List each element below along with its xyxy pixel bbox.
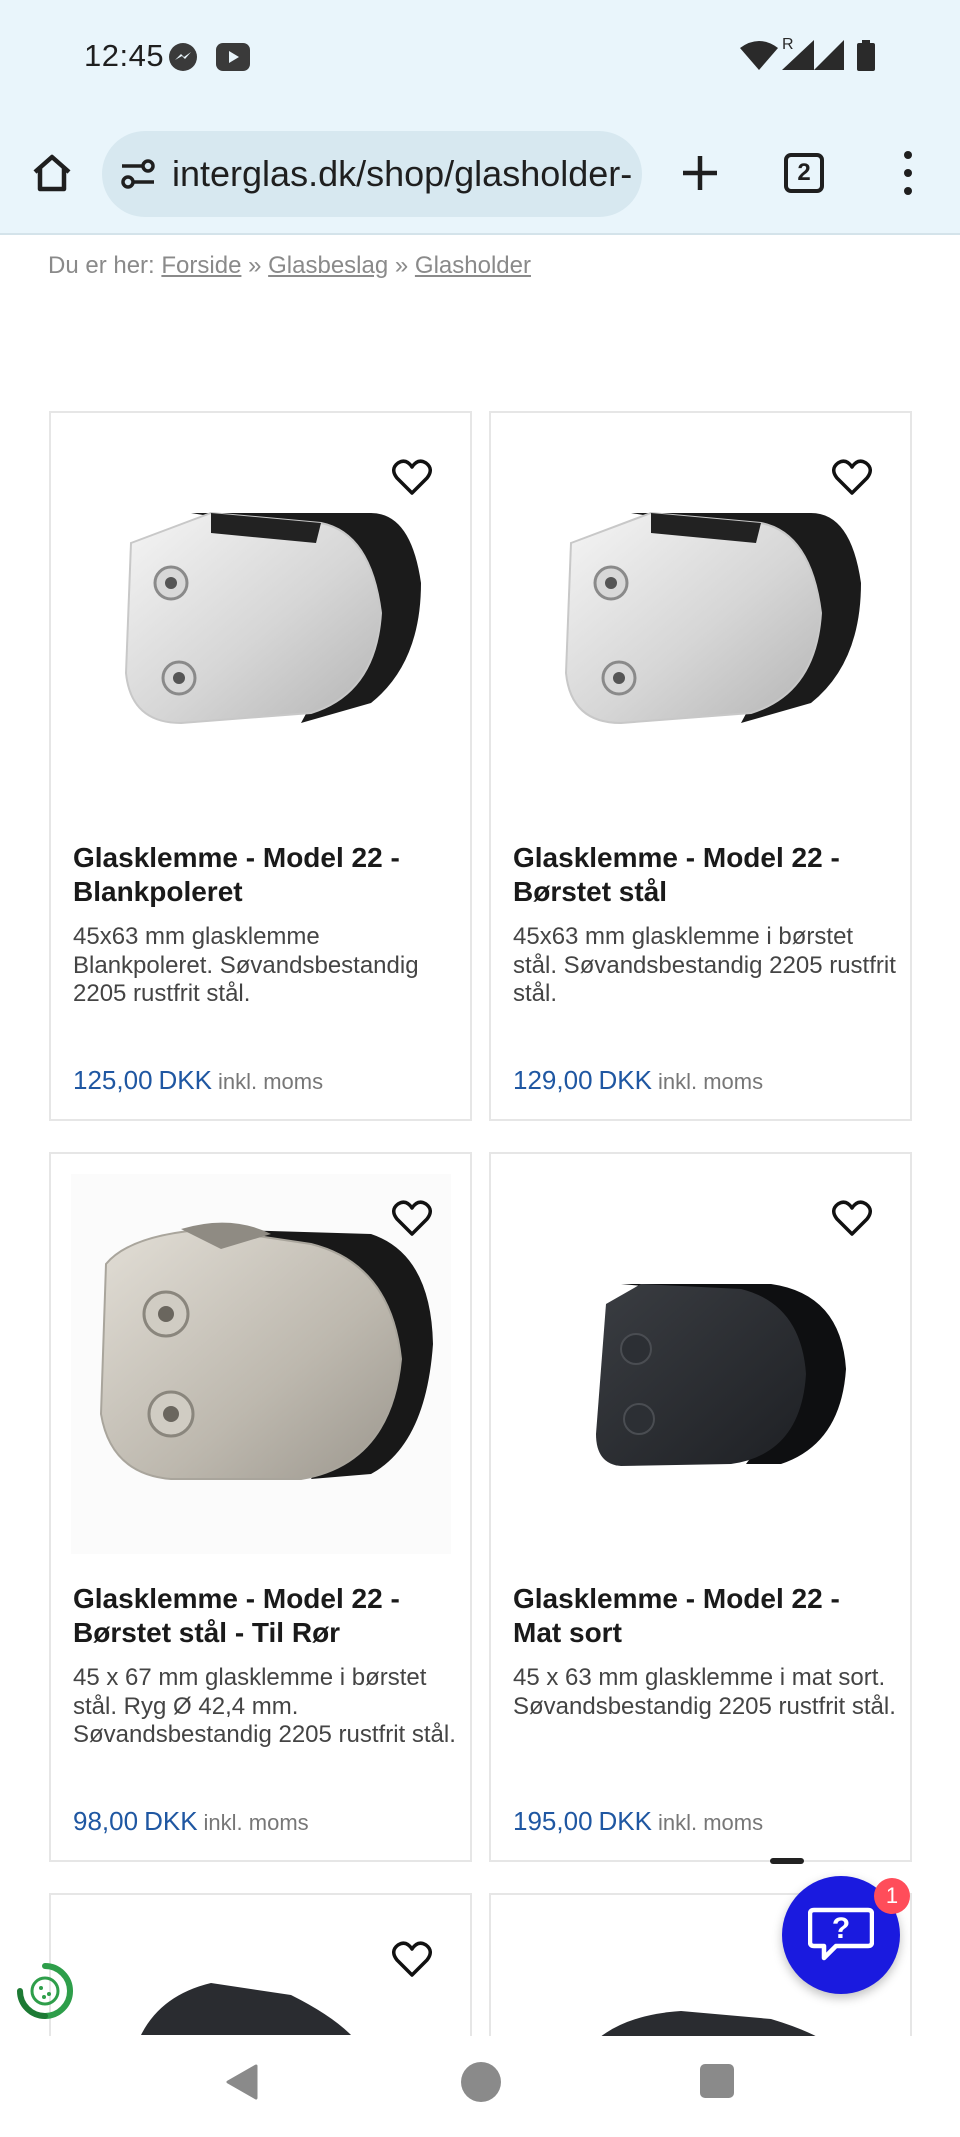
product-card[interactable]: Glasklemme - Model 22 - Mat sort 45 x 63… [489,1152,912,1862]
tab-count: 2 [797,159,811,186]
product-title[interactable]: Glasklemme - Model 22 - Mat sort [513,1582,893,1650]
plus-icon [683,156,717,190]
url-text[interactable]: interglas.dk/shop/glasholder- [172,153,632,195]
notification-badge: 1 [874,1878,910,1914]
recents-icon[interactable] [700,2064,734,2098]
home-circle-icon[interactable] [461,2062,501,2102]
breadcrumb: Du er her: Forside » Glasbeslag » Glasho… [48,252,531,280]
heart-icon[interactable] [832,459,872,497]
product-card[interactable]: Glasklemme - Model 22 - Børstet stål - T… [49,1152,472,1862]
home-icon [33,154,71,192]
product-price: 129,00 DKK inkl. moms [513,1065,763,1096]
menu-icon-dot [904,169,912,177]
price-amount: 98,00 [73,1806,139,1836]
product-title[interactable]: Glasklemme - Model 22 - Børstet stål - T… [73,1582,453,1650]
product-price: 125,00 DKK inkl. moms [73,1065,323,1096]
signal-icon [782,40,814,70]
price-vat-note: inkl. moms [203,1810,309,1835]
new-tab-button[interactable] [670,143,730,203]
status-bar: 12:45 R [0,0,960,115]
price-currency: DKK [158,1065,212,1095]
product-description: 45x63 mm glasklemme Blankpoleret. Søvand… [73,923,419,1007]
product-card[interactable]: Glasklemme - Model 22 - Blankpoleret 45x… [49,411,472,1121]
product-title[interactable]: Glasklemme - Model 22 - Blankpoleret [73,841,453,909]
scroll-indicator [770,1858,804,1864]
product-price: 98,00 DKK inkl. moms [73,1806,309,1837]
price-currency: DKK [144,1806,198,1836]
svg-text:?: ? [832,1912,850,1945]
product-title[interactable]: Glasklemme - Model 22 - Børstet stål [513,841,893,909]
price-vat-note: inkl. moms [658,1810,764,1835]
product-description: 45 x 63 mm glasklemme i mat sort. Søvand… [513,1664,896,1720]
product-image-glass-clamp[interactable] [71,1975,451,2035]
address-bar[interactable]: interglas.dk/shop/glasholder- [102,131,642,217]
product-description: 45x63 mm glasklemme i børstet stål. Søva… [513,923,896,1007]
price-amount: 195,00 [513,1806,593,1836]
breadcrumb-separator: » [394,252,409,279]
price-amount: 129,00 [513,1065,593,1095]
site-settings-icon[interactable] [120,157,156,191]
product-description: 45 x 67 mm glasklemme i børstet stål. Ry… [73,1664,456,1748]
breadcrumb-link-glasholder[interactable]: Glasholder [415,252,531,279]
heart-icon[interactable] [832,1200,872,1238]
status-time: 12:45 [84,38,165,73]
price-vat-note: inkl. moms [658,1069,764,1094]
home-button[interactable] [24,145,80,201]
price-currency: DKK [598,1806,652,1836]
heart-icon[interactable] [392,1941,432,1979]
menu-icon [904,151,912,159]
help-chat-icon: ? [808,1907,874,1961]
breadcrumb-link-forside[interactable]: Forside [161,252,241,279]
breadcrumb-link-glasbeslag[interactable]: Glasbeslag [268,252,388,279]
menu-button[interactable] [888,145,928,201]
price-amount: 125,00 [73,1065,153,1095]
youtube-icon [216,43,250,71]
browser-toolbar: interglas.dk/shop/glasholder- 2 [0,115,960,235]
product-card[interactable]: Glasklemme - Model 22 - Børstet stål 45x… [489,411,912,1121]
cookie-consent-icon[interactable] [14,1960,76,2022]
wifi-icon [740,41,778,70]
product-price: 195,00 DKK inkl. moms [513,1806,763,1837]
price-currency: DKK [598,1065,652,1095]
breadcrumb-separator: » [248,252,262,279]
signal-icon [814,40,844,70]
tab-switcher-button[interactable]: 2 [784,153,824,193]
battery-icon [857,40,875,71]
price-vat-note: inkl. moms [218,1069,324,1094]
messenger-icon [169,43,197,71]
heart-icon[interactable] [392,459,432,497]
breadcrumb-prefix: Du er her: [48,252,155,279]
heart-icon[interactable] [392,1200,432,1238]
back-icon[interactable] [222,2062,262,2102]
system-nav-bar [0,2036,960,2137]
menu-icon-dot [904,187,912,195]
